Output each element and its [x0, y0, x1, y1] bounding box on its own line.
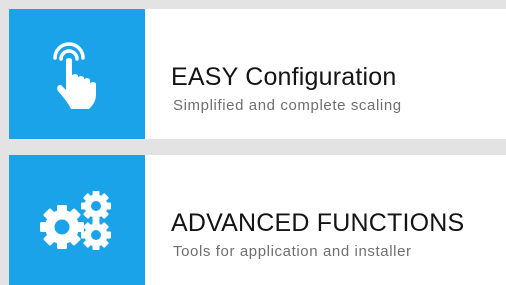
feature-title: ADVANCED FUNCTIONS [171, 209, 465, 237]
gears-icon [40, 191, 111, 250]
feature-card-easy-configuration: EASY Configuration Simplified and comple… [9, 9, 506, 139]
feature-subtitle: Tools for application and installer [173, 243, 412, 260]
feature-card-advanced-functions: ADVANCED FUNCTIONS Tools for application… [9, 155, 506, 285]
feature-icon-box [9, 9, 145, 139]
feature-title: EASY Configuration [171, 63, 397, 91]
touch-hand-icon [53, 42, 96, 109]
feature-subtitle: Simplified and complete scaling [173, 97, 402, 114]
feature-icon-box [9, 155, 145, 285]
